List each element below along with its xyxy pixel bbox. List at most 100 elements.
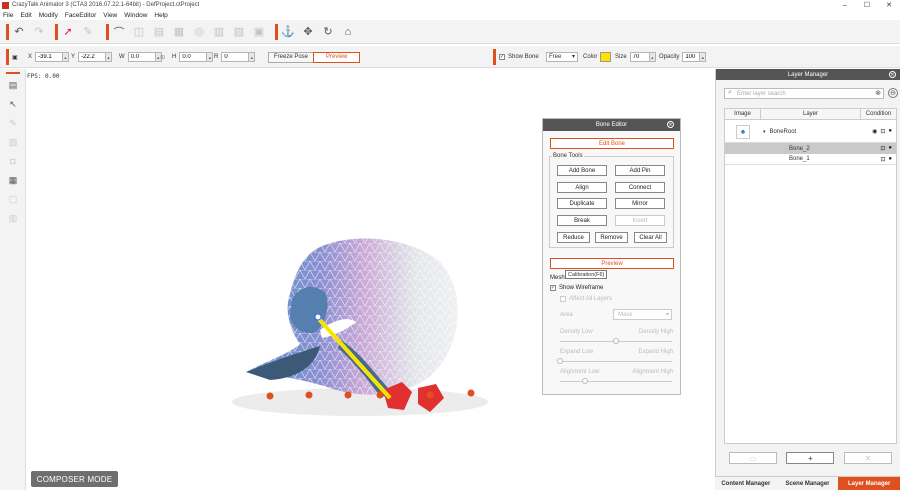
h-spinner[interactable]: ▲	[207, 52, 214, 62]
export-icon[interactable]: ▥	[6, 211, 20, 225]
image-editor-icon[interactable]: ▤	[6, 78, 20, 92]
show-wireframe-checkbox[interactable]: ✓	[550, 285, 556, 291]
pin-point[interactable]	[426, 391, 434, 399]
break-button[interactable]: Break	[557, 215, 607, 226]
transform-mode-icon[interactable]: ▣	[12, 51, 18, 63]
timeline-icon[interactable]: ▦	[6, 173, 20, 187]
menu-help[interactable]: Help	[154, 12, 167, 19]
edit-bone-button[interactable]: Edit Bone	[550, 138, 674, 149]
menu-faceeditor[interactable]: FaceEditor	[65, 12, 96, 19]
bone-color-swatch[interactable]	[600, 52, 612, 62]
preview-button[interactable]: Preview	[313, 51, 361, 63]
anchor-icon[interactable]: ⚓	[280, 24, 296, 40]
record-icon[interactable]: ●	[888, 128, 892, 135]
tool-g-icon[interactable]: ▣	[251, 24, 267, 40]
clear-search-icon[interactable]: ⊗	[875, 89, 881, 97]
density-slider[interactable]	[560, 338, 672, 344]
menu-file[interactable]: File	[3, 12, 13, 19]
pen-icon[interactable]: ✎	[80, 24, 96, 40]
home-icon[interactable]: ⌂	[340, 24, 356, 40]
select-arrow-icon[interactable]: ➚	[60, 24, 76, 40]
tool-e-icon[interactable]: ▥	[211, 24, 227, 40]
y-spinner[interactable]: ▲	[106, 52, 113, 62]
tab-layer-manager[interactable]: Layer Manager	[838, 477, 900, 490]
pin-point[interactable]	[376, 391, 384, 399]
tab-content-manager[interactable]: Content Manager	[715, 477, 777, 490]
tab-scene-manager[interactable]: Scene Manager	[777, 477, 839, 490]
r-spinner[interactable]: ▲	[249, 52, 256, 62]
minimize-button[interactable]: –	[834, 0, 856, 10]
layer-search-input[interactable]: ⌕ Enter layer search ⊗	[724, 88, 884, 99]
size-field[interactable]	[629, 52, 650, 62]
link-ratio-icon[interactable]: ⊞	[160, 51, 165, 63]
tool-f-icon[interactable]: ▧	[231, 24, 247, 40]
add-bone-button[interactable]: Add Bone	[557, 165, 607, 176]
close-button[interactable]: ✕	[878, 0, 900, 10]
add-pin-button[interactable]: Add Pin	[615, 165, 665, 176]
align-button[interactable]: Align	[557, 182, 607, 193]
w-field[interactable]	[127, 52, 156, 62]
bone-joint[interactable]	[314, 313, 322, 321]
frame-icon[interactable]: ▢	[6, 192, 20, 206]
bone-tool-icon[interactable]: ↖	[6, 97, 20, 111]
lock-icon[interactable]: ⊡	[880, 128, 885, 135]
record-icon[interactable]: ●	[888, 156, 892, 163]
expand-slider[interactable]	[557, 358, 672, 364]
mask-icon[interactable]: ◘	[6, 154, 20, 168]
y-field[interactable]	[78, 52, 107, 62]
remove-button[interactable]: Remove	[595, 232, 628, 243]
menu-edit[interactable]: Edit	[20, 12, 31, 19]
collapse-icon[interactable]: ⊖	[888, 88, 898, 98]
rotate-icon[interactable]: ↻	[320, 24, 336, 40]
area-select[interactable]: Mask ▾	[613, 309, 672, 320]
menu-view[interactable]: View	[103, 12, 117, 19]
menu-modify[interactable]: Modify	[39, 12, 58, 19]
pin-point[interactable]	[344, 391, 352, 399]
expand-slider-knob[interactable]	[557, 358, 563, 364]
maximize-button[interactable]: ☐	[856, 0, 878, 10]
insert-button[interactable]: Insert	[615, 215, 665, 226]
affect-all-layers-checkbox[interactable]	[560, 296, 566, 302]
density-slider-knob[interactable]	[613, 338, 619, 344]
duplicate-button[interactable]: Duplicate	[557, 198, 607, 209]
menu-window[interactable]: Window	[124, 12, 147, 19]
freeze-pose-button[interactable]: Freeze Pose	[268, 51, 315, 63]
record-icon[interactable]: ●	[888, 145, 892, 152]
tool-a-icon[interactable]: ◫	[131, 24, 147, 40]
size-spinner[interactable]: ▲	[649, 52, 656, 62]
group-layer-icon[interactable]: ▭	[728, 452, 777, 464]
lock-icon[interactable]: ⊡	[880, 156, 885, 163]
bone-mode-select[interactable]: Free ▾	[546, 52, 578, 62]
layer-row-boneroot[interactable]: ♠ ▾ BoneRoot ◉ ⊡ ●	[725, 121, 896, 143]
layer-row-bone2[interactable]: Bone_2 ⊡ ●	[725, 143, 896, 154]
layer-icon[interactable]: ▧	[6, 135, 20, 149]
pin-point[interactable]	[266, 392, 274, 400]
alignment-slider[interactable]	[560, 378, 672, 384]
h-field[interactable]	[179, 52, 208, 62]
undo-icon[interactable]: ↶	[11, 24, 27, 40]
tool-c-icon[interactable]: ▦	[171, 24, 187, 40]
close-icon[interactable]: ✕	[889, 71, 896, 78]
bone-preview-button[interactable]: Preview	[550, 258, 674, 269]
connect-button[interactable]: Connect	[615, 182, 665, 193]
reduce-button[interactable]: Reduce	[557, 232, 590, 243]
layer-row-bone1[interactable]: Bone_1 ⊡ ●	[725, 154, 896, 165]
composer-mode-button[interactable]: COMPOSER MODE	[31, 471, 118, 487]
move-icon[interactable]: ✥	[300, 24, 316, 40]
clear-all-button[interactable]: Clear All	[634, 232, 667, 243]
x-field[interactable]	[35, 52, 64, 62]
brush-icon[interactable]: ✎	[6, 116, 20, 130]
eye-icon[interactable]: ◉	[872, 128, 877, 135]
redo-icon[interactable]: ↷	[31, 24, 47, 40]
show-bone-checkbox[interactable]: ✓	[499, 54, 505, 60]
x-spinner[interactable]: ▲	[63, 52, 70, 62]
lock-icon[interactable]: ⊡	[880, 145, 885, 152]
tool-d-icon[interactable]: ◎	[191, 24, 207, 40]
opacity-spinner[interactable]: ▲	[700, 52, 707, 62]
tool-b-icon[interactable]: ▤	[151, 24, 167, 40]
sprite-editor-icon[interactable]: ⌒	[111, 24, 127, 40]
pin-point[interactable]	[305, 391, 313, 399]
add-layer-button[interactable]: +	[786, 452, 835, 464]
pin-point[interactable]	[467, 389, 475, 397]
close-icon[interactable]: ✕	[667, 121, 674, 128]
